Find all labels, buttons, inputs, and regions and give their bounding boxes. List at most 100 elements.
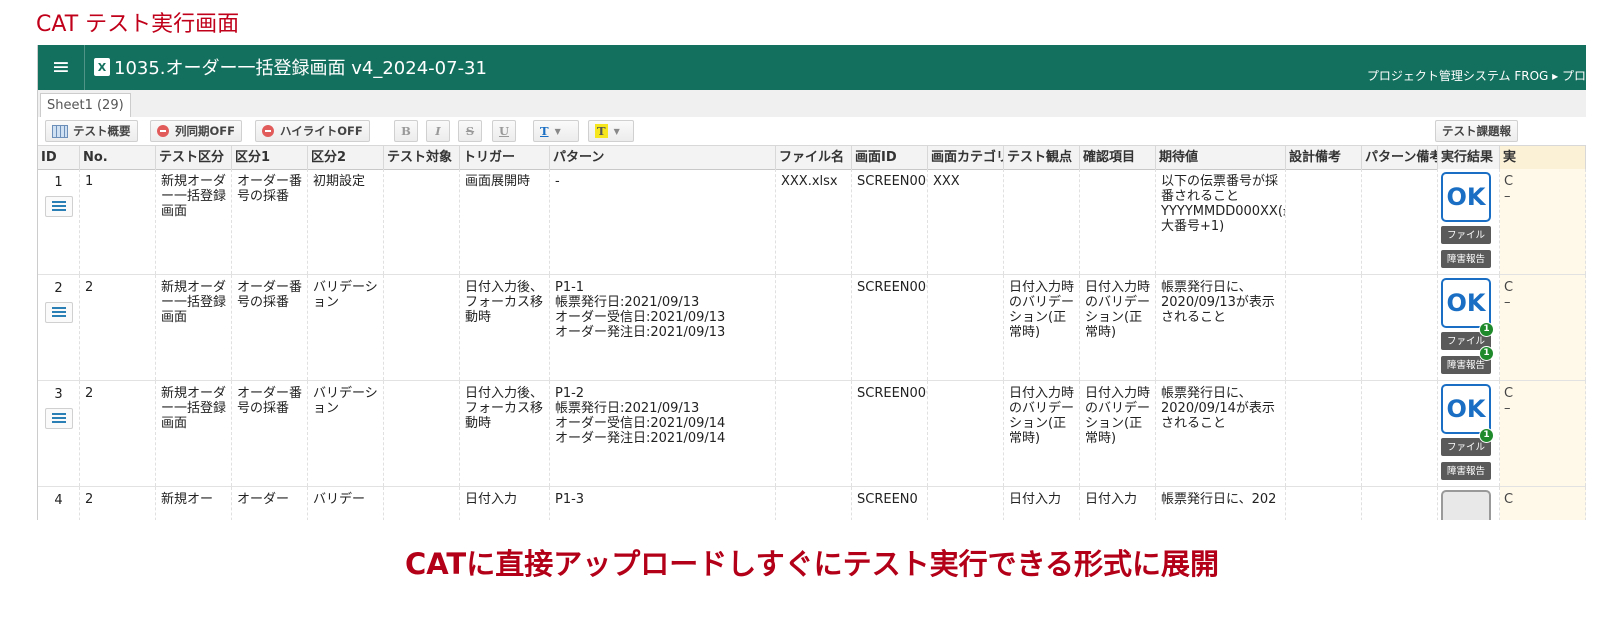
table-cell[interactable] [1286, 275, 1362, 380]
list-icon[interactable] [44, 196, 73, 217]
column-header[interactable]: 実行結果 [1438, 146, 1500, 169]
table-cell[interactable]: オーダー [232, 487, 308, 520]
highlight-color-dropdown[interactable]: T ▼ [588, 120, 634, 142]
table-cell[interactable]: 新規オーダー一括登録画面 [156, 169, 232, 274]
table-cell[interactable] [1286, 381, 1362, 486]
table-cell[interactable] [1286, 169, 1362, 274]
table-cell[interactable]: 帳票発行日に、202 [1156, 487, 1286, 520]
column-header[interactable]: テスト対象 [384, 146, 460, 169]
table-cell[interactable] [1362, 169, 1438, 274]
table-cell[interactable]: 2 [80, 487, 156, 520]
table-cell[interactable]: 帳票発行日に、2020/09/14が表示されること [1156, 381, 1286, 486]
result-ok-button[interactable]: OK [1441, 384, 1491, 434]
bold-button[interactable]: B [394, 120, 418, 142]
font-color-dropdown[interactable]: T ▼ [533, 120, 579, 142]
result-cell[interactable]: OK ファイル障害報告 [1438, 169, 1500, 274]
column-header[interactable]: ファイル名 [776, 146, 852, 169]
table-cell[interactable]: C [1500, 487, 1586, 520]
column-header[interactable]: パターン備考 [1362, 146, 1438, 169]
column-header[interactable]: 画面カテゴリ [928, 146, 1004, 169]
table-cell[interactable]: C – [1500, 275, 1586, 380]
breadcrumb[interactable]: プロジェクト管理システム FROG ▸ プロ [1367, 67, 1586, 84]
table-cell[interactable] [928, 381, 1004, 486]
italic-button[interactable]: I [426, 120, 450, 142]
table-cell[interactable]: 日付入力時のバリデーション(正常時) [1004, 275, 1080, 380]
column-header[interactable]: 実 [1500, 146, 1586, 169]
list-icon[interactable] [44, 302, 73, 323]
table-cell[interactable]: XXX [928, 169, 1004, 274]
table-cell[interactable]: バリデー [308, 487, 384, 520]
table-cell[interactable]: オーダー番号の採番 [232, 169, 308, 274]
row-id-cell[interactable]: 3 [38, 381, 80, 486]
table-cell[interactable]: SCREEN0 [852, 487, 928, 520]
strikethrough-button[interactable]: S [458, 120, 482, 142]
test-issue-button[interactable]: テスト課題報 [1435, 120, 1518, 142]
row-id-cell[interactable]: 2 [38, 275, 80, 380]
table-cell[interactable]: XXX.xlsx [776, 169, 852, 274]
table-cell[interactable] [776, 275, 852, 380]
highlight-toggle[interactable]: ハイライトOFF [255, 120, 370, 142]
hamburger-menu-button[interactable]: ≡ [38, 45, 85, 90]
table-cell[interactable]: バリデーション [308, 381, 384, 486]
table-cell[interactable] [776, 487, 852, 520]
column-header[interactable]: No. [80, 146, 156, 169]
table-cell[interactable]: バリデーション [308, 275, 384, 380]
column-header[interactable]: 区分2 [308, 146, 384, 169]
column-header[interactable]: 期待値 [1156, 146, 1286, 169]
table-cell[interactable]: SCREEN0001 [852, 381, 928, 486]
table-cell[interactable]: P1-2 帳票発行日:2021/09/13 オーダー受信日:2021/09/14… [550, 381, 776, 486]
table-cell[interactable]: 日付入力時のバリデーション(正常時) [1004, 381, 1080, 486]
table-cell[interactable]: 帳票発行日に、2020/09/13が表示されること [1156, 275, 1286, 380]
table-cell[interactable]: 2 [80, 275, 156, 380]
table-cell[interactable]: P1-3 [550, 487, 776, 520]
column-header[interactable]: トリガー [460, 146, 550, 169]
table-cell[interactable]: 日付入力時のバリデーション(正常時) [1080, 275, 1156, 380]
column-header[interactable]: パターン [550, 146, 776, 169]
table-cell[interactable] [384, 275, 460, 380]
table-cell[interactable]: SCREEN0001 [852, 275, 928, 380]
result-cell[interactable]: OK ファイル 障害報告 1 1 [1438, 275, 1500, 380]
table-cell[interactable]: 新規オーダー一括登録画面 [156, 381, 232, 486]
table-cell[interactable]: 以下の伝票番号が採番されること YYYYMMDD000XX(最大番号+1) [1156, 169, 1286, 274]
table-cell[interactable]: 新規オーダー一括登録画面 [156, 275, 232, 380]
table-cell[interactable] [928, 487, 1004, 520]
table-cell[interactable]: 日付入力時のバリデーション(正常時) [1080, 381, 1156, 486]
table-cell[interactable]: - [550, 169, 776, 274]
table-cell[interactable] [1362, 275, 1438, 380]
column-header[interactable]: テスト観点 [1004, 146, 1080, 169]
table-cell[interactable]: 2 [80, 381, 156, 486]
table-cell[interactable] [1362, 487, 1438, 520]
result-ok-button[interactable]: OK [1441, 278, 1491, 328]
table-cell[interactable]: 日付入力 [460, 487, 550, 520]
table-cell[interactable] [1004, 169, 1080, 274]
table-cell[interactable] [384, 487, 460, 520]
result-button[interactable] [1441, 490, 1491, 520]
sheet-tab-sheet1[interactable]: Sheet1 (29) [40, 93, 131, 118]
table-cell[interactable] [776, 381, 852, 486]
underline-button[interactable]: U [492, 120, 516, 142]
table-cell[interactable]: C – [1500, 169, 1586, 274]
column-header[interactable]: 確認項目 [1080, 146, 1156, 169]
table-cell[interactable]: 1 [80, 169, 156, 274]
table-cell[interactable]: C – [1500, 381, 1586, 486]
table-cell[interactable] [1362, 381, 1438, 486]
column-sync-toggle[interactable]: 列同期OFF [150, 120, 242, 142]
table-cell[interactable] [1286, 487, 1362, 520]
column-header[interactable]: テスト区分 [156, 146, 232, 169]
table-cell[interactable]: 日付入力 [1004, 487, 1080, 520]
table-cell[interactable]: 日付入力 [1080, 487, 1156, 520]
table-cell[interactable] [1080, 169, 1156, 274]
result-cell[interactable] [1438, 487, 1500, 520]
table-cell[interactable]: オーダー番号の採番 [232, 381, 308, 486]
table-cell[interactable]: SCREEN0001 [852, 169, 928, 274]
result-cell[interactable]: OK ファイル 障害報告 1 [1438, 381, 1500, 486]
list-icon[interactable] [44, 408, 73, 429]
issue-report-button[interactable]: 障害報告 [1441, 462, 1491, 480]
table-cell[interactable]: 新規オー [156, 487, 232, 520]
issue-report-button[interactable]: 障害報告 [1441, 250, 1491, 268]
result-ok-button[interactable]: OK [1441, 172, 1491, 222]
table-cell[interactable]: 日付入力後、フォーカス移動時 [460, 381, 550, 486]
row-id-cell[interactable]: 4 [38, 487, 80, 520]
table-cell[interactable]: P1-1 帳票発行日:2021/09/13 オーダー受信日:2021/09/13… [550, 275, 776, 380]
file-button[interactable]: ファイル [1441, 226, 1491, 244]
